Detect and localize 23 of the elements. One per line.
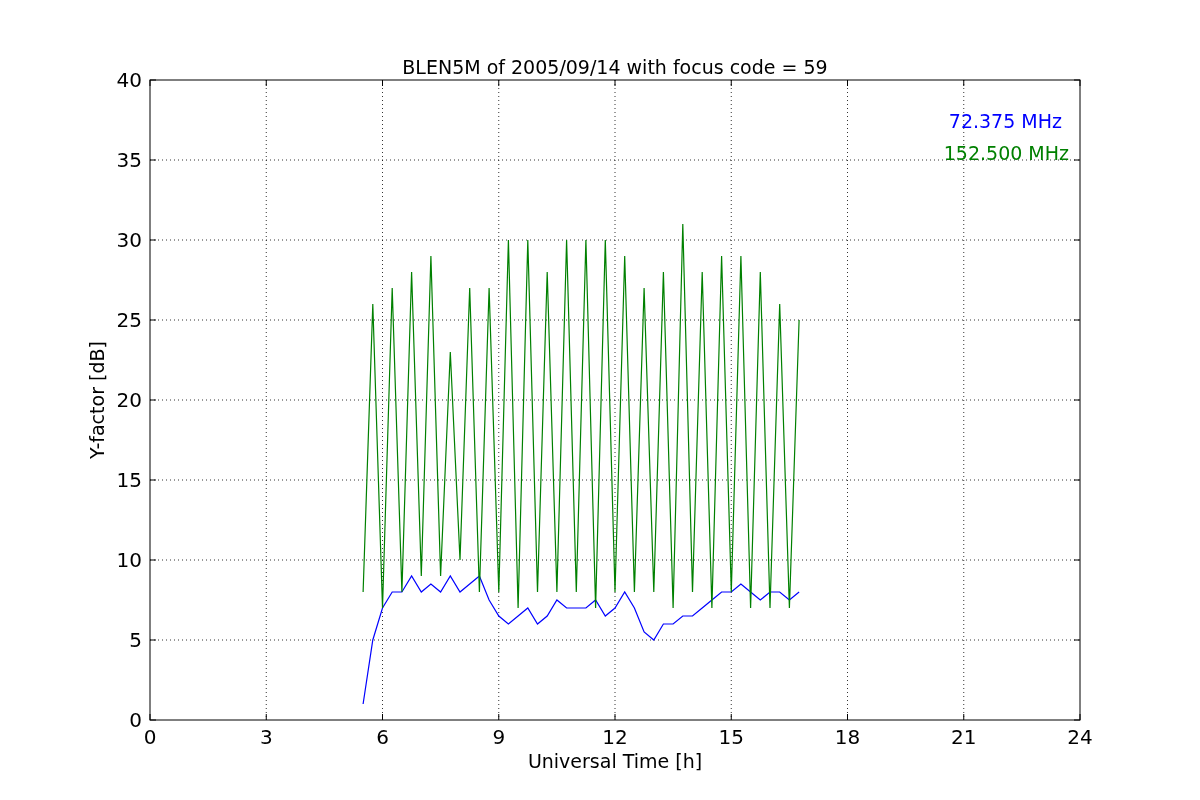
axis-tick-label: 24 — [1067, 725, 1093, 749]
axis-tick-label: 0 — [143, 725, 157, 749]
axis-tick-label: 9 — [492, 725, 506, 749]
axis-tick-label: 40 — [116, 68, 142, 92]
axis-tick-label: 10 — [116, 548, 142, 572]
axis-tick-label: 20 — [116, 388, 142, 412]
axis-tick-label: 5 — [129, 628, 142, 652]
chart-title: BLEN5M of 2005/09/14 with focus code = 59 — [402, 56, 828, 78]
axis-tick-label: 3 — [259, 725, 273, 749]
axis-tick-label: 35 — [116, 148, 142, 172]
axis-tick-label: 6 — [376, 725, 389, 749]
legend-label: 72.375 MHz — [948, 110, 1062, 132]
axis-tick-label: 0 — [129, 708, 142, 732]
axis-tick-label: 15 — [718, 725, 744, 749]
legend-label: 152.500 MHz — [943, 142, 1069, 164]
axis-tick-label: 15 — [116, 468, 142, 492]
axis-tick-label: 21 — [951, 725, 977, 749]
y-axis-label: Y-factor [dB] — [86, 341, 108, 459]
axis-tick-label: 30 — [116, 228, 142, 252]
axis-tick-label: 18 — [834, 725, 861, 749]
axis-tick-label: 12 — [602, 725, 628, 749]
axis-tick-label: 25 — [116, 308, 142, 332]
x-axis-label: Universal Time [h] — [527, 750, 703, 772]
